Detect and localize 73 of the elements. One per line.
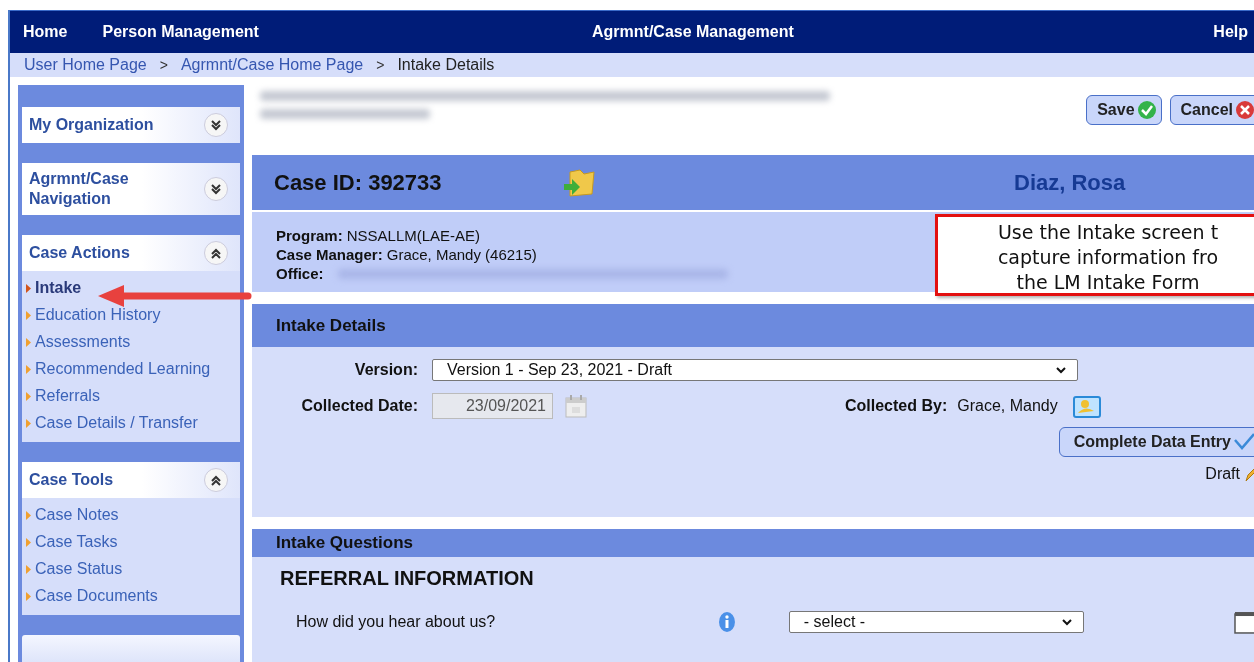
triangle-bullet-icon <box>26 537 31 547</box>
section-title: Intake Details <box>276 315 386 336</box>
folder-arrow-icon <box>562 167 596 198</box>
checkmark-icon <box>1233 432 1254 452</box>
cancel-button[interactable]: Cancel <box>1169 95 1254 125</box>
sidebar-link[interactable]: Referrals <box>26 385 100 407</box>
panel-title: My Organization <box>29 115 155 135</box>
question-text: How did you hear about us? <box>296 613 497 631</box>
answer-dropdown[interactable]: - select - <box>788 611 1085 633</box>
complete-data-entry-button[interactable]: Complete Data Entry <box>1058 427 1254 457</box>
close-icon <box>1235 100 1254 120</box>
triangle-bullet-icon <box>26 391 31 401</box>
triangle-bullet-icon <box>26 510 31 520</box>
field-label: Collected By: <box>845 397 948 415</box>
triangle-bullet-icon <box>26 564 31 574</box>
expand-button[interactable] <box>204 177 228 201</box>
triangle-bullet-icon <box>26 310 31 320</box>
calendar-icon <box>565 394 587 418</box>
double-chevron-up-icon <box>209 246 223 260</box>
section-title: Intake Questions <box>276 533 413 553</box>
field-label: Version: <box>353 361 418 379</box>
field-label: Office: <box>276 265 324 282</box>
triangle-bullet-icon <box>26 418 31 428</box>
sidebar-link[interactable]: Intake <box>26 277 82 299</box>
double-chevron-down-icon <box>209 182 223 196</box>
triangle-bullet-icon <box>26 364 31 374</box>
field-value: Grace, Mandy <box>957 397 1058 415</box>
breadcrumb-link[interactable]: Agrmnt/Case Home Page <box>180 56 364 74</box>
info-icon <box>718 612 735 632</box>
panel-title: Case Tools <box>29 470 115 490</box>
sidebar-link[interactable]: Case Details / Transfer <box>26 412 198 434</box>
field-label: Collected Date: <box>300 397 418 415</box>
triangle-bullet-icon <box>26 591 31 601</box>
callout-text: Use the Intake screen t capture information fro the LM Intake Form <box>935 214 1254 296</box>
sidebar-link[interactable]: Case Status <box>26 558 123 580</box>
version-dropdown[interactable]: Version 1 - Sep 23, 2021 - Draft <box>432 359 1078 381</box>
caret-icon <box>1055 365 1067 375</box>
double-chevron-up-icon <box>209 473 223 487</box>
expand-button[interactable] <box>204 113 228 137</box>
sidebar-link[interactable]: Assessments <box>26 331 131 353</box>
person-card-icon <box>1071 393 1102 419</box>
caret-icon <box>1061 617 1074 627</box>
case-id: Case ID: 392733 <box>273 169 443 196</box>
help-link[interactable]: Help <box>1213 23 1254 41</box>
sidebar-link[interactable]: Case Notes <box>26 504 119 526</box>
status-text: Draft <box>1205 465 1240 483</box>
field-value: NSSALLM(LAE-AE) <box>346 227 481 244</box>
collapse-button[interactable] <box>204 468 228 492</box>
sidebar-link[interactable]: Education History <box>26 304 161 326</box>
section-heading: REFERRAL INFORMATION <box>280 567 535 590</box>
client-name: Diaz, Rosa <box>1014 169 1126 196</box>
sidebar-link[interactable]: Recommended Learning <box>26 358 211 380</box>
panel-title: Case Actions <box>29 243 131 263</box>
calendar-icon <box>1234 610 1254 634</box>
breadcrumb-link[interactable]: User Home Page <box>24 56 147 74</box>
triangle-bullet-icon <box>26 337 31 347</box>
breadcrumb-current: Intake Details <box>397 56 495 74</box>
field-label: Case Manager: <box>276 246 383 263</box>
breadcrumb-separator: > <box>159 57 168 73</box>
double-chevron-down-icon <box>209 118 223 132</box>
field-label: Program: <box>276 227 343 244</box>
nav-link[interactable]: Person Management <box>102 23 265 41</box>
check-icon <box>1136 100 1157 120</box>
breadcrumb-separator: > <box>376 57 385 73</box>
sidebar-link[interactable]: Case Documents <box>26 585 158 607</box>
save-button[interactable]: Save <box>1086 95 1162 125</box>
collapse-button[interactable] <box>204 241 228 265</box>
sidebar-link[interactable]: Case Tasks <box>26 531 118 553</box>
field-value: Grace, Mandy (46215) <box>386 246 537 263</box>
panel-title: Agrmnt/Case Navigation <box>29 169 130 209</box>
nav-link[interactable]: Home <box>23 23 68 41</box>
nav-title: Agrmnt/Case Management <box>591 23 795 41</box>
triangle-bullet-icon <box>26 283 31 293</box>
